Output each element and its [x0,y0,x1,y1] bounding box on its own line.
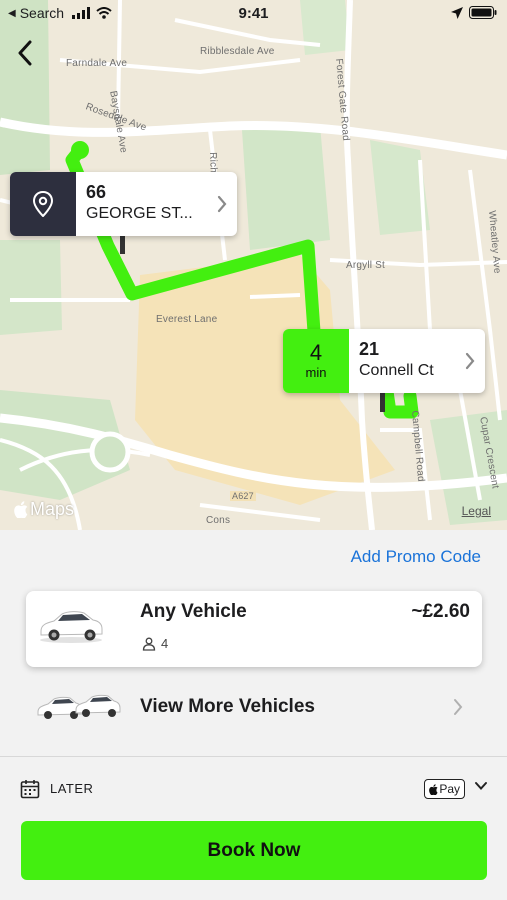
status-bar: ◀ Search 9:41 [0,0,507,28]
road-shield-a627: A627 [230,491,256,501]
eta-unit: min [305,365,327,380]
book-now-button[interactable]: Book Now [21,821,487,880]
seat-count: 4 [161,636,169,651]
add-promo-code-link[interactable]: Add Promo Code [351,547,481,567]
street-label-argyll: Argyll St [346,260,386,271]
pickup-location-card[interactable]: 66 GEORGE ST... [10,172,237,236]
eta-value: 4 [309,340,323,365]
chevron-right-icon [217,195,227,213]
vehicle-option-card[interactable]: Any Vehicle ~£2.60 4 [26,591,482,667]
chevron-right-icon [465,352,475,370]
apple-maps-logo: Maps [14,499,74,520]
pickup-icon-box [10,172,76,236]
vehicle-price: ~£2.60 [411,601,470,622]
maps-attribution-label: Maps [30,499,75,519]
street-label-cons: Cons [206,515,231,526]
apple-icon [429,783,438,795]
car-icon [40,611,103,643]
pickup-street: GEORGE ST... [86,205,193,222]
dropoff-street: Connell Ct [359,362,434,379]
map-view[interactable]: Farndale Ave Ribblesdale Ave Baysdale Av… [0,0,507,530]
calendar-icon[interactable] [20,779,40,799]
location-pin-icon [33,191,53,217]
person-icon [142,637,156,651]
cars-icon [37,694,121,719]
view-more-vehicles-row[interactable]: View More Vehicles [0,680,507,736]
street-label-rich: Rich [207,152,219,174]
chevron-left-icon [18,40,32,66]
schedule-later-button[interactable]: LATER [50,781,93,796]
chevron-down-icon[interactable] [474,781,488,791]
back-button[interactable] [10,36,40,70]
schedule-payment-row: LATER Pay [0,770,507,806]
apple-icon [14,501,28,518]
pickup-number: 66 [86,182,107,202]
legal-link[interactable]: Legal [462,504,491,518]
seat-capacity: 4 [142,636,168,651]
street-label-everest: Everest Lane [156,314,218,325]
status-time: 9:41 [238,5,269,22]
chevron-right-icon [454,699,463,715]
dropoff-number: 21 [359,339,380,359]
divider [0,756,507,757]
eta-box: 4 min [283,329,349,393]
street-label-ribblesdale: Ribblesdale Ave [200,46,275,57]
battery-icon [469,6,497,19]
view-more-vehicles-label: View More Vehicles [140,696,315,717]
street-label-farndale: Farndale Ave [66,58,128,69]
location-arrow-icon [451,6,463,19]
map-background [0,0,507,530]
apple-pay-badge[interactable]: Pay [424,779,465,799]
dropoff-location-card[interactable]: 4 min 21 Connell Ct [283,329,485,393]
vehicle-name: Any Vehicle [140,601,247,622]
payment-label: Pay [439,782,460,796]
booking-sheet: Add Promo Code Any Vehicle ~£2.60 4 View… [0,530,507,900]
